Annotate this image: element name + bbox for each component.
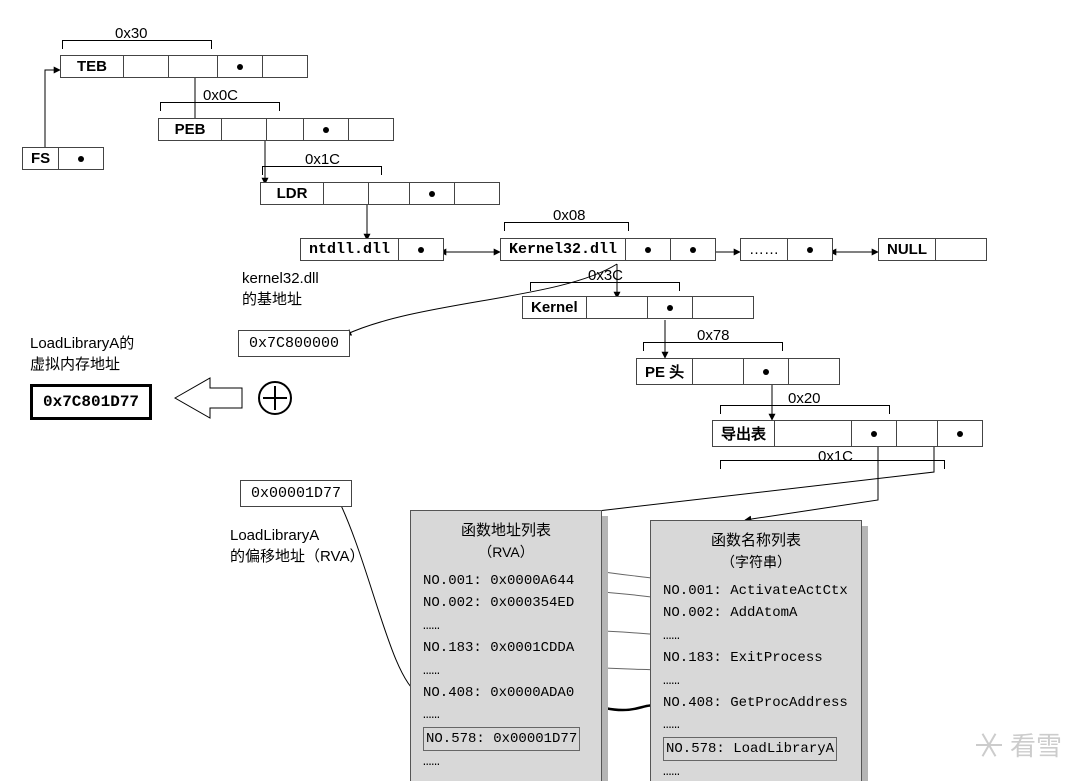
panel-rva-rows: NO.001: 0x0000A644 NO.002: 0x000354ED ……… [411, 570, 601, 781]
box-base-addr: 0x7C800000 [238, 330, 350, 357]
offset-k32: 0x08 [553, 207, 586, 224]
ptr-icon [852, 421, 897, 446]
diagram-canvas: { "offsets":{ "teb":"0x30", "peb":"0x0C"… [0, 0, 1080, 781]
pad [263, 56, 307, 77]
ptr-icon [938, 421, 982, 446]
list-item: …… [663, 625, 849, 647]
node-null: NULL [878, 238, 987, 261]
list-item: NO.001: 0x0000A644 [423, 570, 589, 592]
ptr-icon [671, 239, 715, 260]
node-pe-head: PE 头 [636, 358, 840, 385]
ptr-icon [410, 183, 455, 204]
offset-teb: 0x30 [115, 25, 148, 42]
pad [789, 359, 839, 384]
label-pe-head: PE 头 [637, 359, 693, 384]
panel-name-sub: （字符串） [651, 552, 861, 580]
panel-rva-list: 函数地址列表 （RVA） NO.001: 0x0000A644 NO.002: … [410, 510, 602, 781]
list-item: …… [663, 714, 849, 736]
pad [455, 183, 499, 204]
list-item: NO.002: AddAtomA [663, 602, 849, 624]
list-item: …… [663, 761, 849, 781]
label-ldr: LDR [261, 183, 324, 204]
ptr-icon [744, 359, 789, 384]
pad [369, 183, 410, 204]
pad [349, 119, 393, 140]
label-kernel: Kernel [523, 297, 587, 318]
pad [587, 297, 648, 318]
pad [169, 56, 218, 77]
list-item: …… [423, 660, 589, 682]
panel-rva-title: 函数地址列表 [411, 511, 601, 542]
offset-exp-a: 0x1C [818, 448, 853, 465]
ptr-icon [648, 297, 693, 318]
list-item: NO.408: 0x0000ADA0 [423, 682, 589, 704]
offset-ldr: 0x1C [305, 151, 340, 168]
pad [775, 421, 852, 446]
panel-rva-sub: （RVA） [411, 542, 601, 570]
label-kernel32: Kernel32.dll [501, 239, 626, 260]
label-fs: FS [23, 148, 59, 169]
box-final-va: 0x7C801D77 [30, 384, 152, 420]
list-item: NO.001: ActivateActCtx [663, 580, 849, 602]
panel-name-title: 函数名称列表 [651, 521, 861, 552]
node-export-table: 导出表 [712, 420, 983, 447]
ptr-icon [788, 239, 832, 260]
offset-peb: 0x0C [203, 87, 238, 104]
ptr-icon [59, 148, 103, 169]
pad [267, 119, 304, 140]
label-null: NULL [879, 239, 936, 260]
panel-name-rows: NO.001: ActivateActCtx NO.002: AddAtomA … [651, 580, 861, 781]
ptr-icon [304, 119, 349, 140]
node-ntdll: ntdll.dll [300, 238, 444, 261]
ptr-icon [626, 239, 671, 260]
label-export-table: 导出表 [713, 421, 775, 446]
caption-k32-base: kernel32.dll的基地址 [242, 268, 319, 310]
pad [936, 239, 986, 260]
list-item: …… [423, 704, 589, 726]
list-item-highlight: NO.578: 0x00001D77 [423, 727, 580, 751]
panel-name-list: 函数名称列表 （字符串） NO.001: ActivateActCtx NO.0… [650, 520, 862, 781]
offset-kernel: 0x3C [588, 267, 623, 284]
label-dots: …… [741, 239, 788, 260]
offset-pe: 0x78 [697, 327, 730, 344]
node-teb: TEB [60, 55, 308, 78]
list-item-highlight: NO.578: LoadLibraryA [663, 737, 837, 761]
snowflake-icon [976, 732, 1002, 758]
label-peb: PEB [159, 119, 222, 140]
pad [693, 297, 753, 318]
list-item: NO.183: ExitProcess [663, 647, 849, 669]
node-ldr: LDR [260, 182, 500, 205]
caption-loadlib-va: LoadLibraryA的虚拟内存地址 [30, 333, 134, 375]
box-rva: 0x00001D77 [240, 480, 352, 507]
list-item: …… [423, 615, 589, 637]
list-item: NO.408: GetProcAddress [663, 692, 849, 714]
pad [124, 56, 169, 77]
list-item: …… [663, 670, 849, 692]
list-item: …… [423, 751, 589, 773]
pad [222, 119, 267, 140]
pad [693, 359, 744, 384]
watermark-text: 看雪 [1010, 726, 1062, 763]
node-dots: …… [740, 238, 833, 261]
pad [324, 183, 369, 204]
ptr-icon [399, 239, 443, 260]
node-peb: PEB [158, 118, 394, 141]
node-kernel32: Kernel32.dll [500, 238, 716, 261]
offset-exp-n: 0x20 [788, 390, 821, 407]
node-kernel: Kernel [522, 296, 754, 319]
watermark: 看雪 [976, 726, 1062, 763]
pad [897, 421, 938, 446]
list-item: NO.002: 0x000354ED [423, 592, 589, 614]
ptr-icon [218, 56, 263, 77]
node-fs: FS [22, 147, 104, 170]
list-item: NO.183: 0x0001CDDA [423, 637, 589, 659]
caption-loadlib-rva: LoadLibraryA的偏移地址（RVA） [230, 525, 364, 567]
label-teb: TEB [61, 56, 124, 77]
label-ntdll: ntdll.dll [301, 239, 399, 260]
